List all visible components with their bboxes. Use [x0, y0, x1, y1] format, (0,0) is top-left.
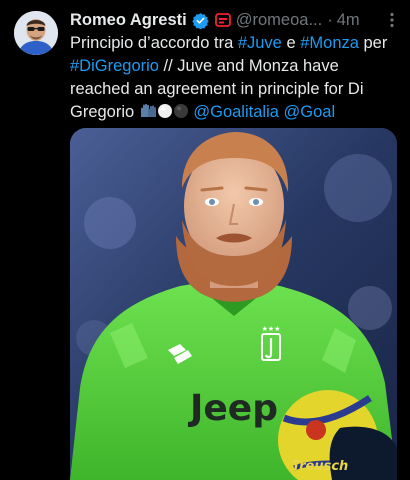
gloves-emoji-icon [139, 103, 157, 126]
hashtag-juve[interactable]: #Juve [238, 34, 282, 52]
text-segment: per [358, 34, 388, 52]
tweet-media-image[interactable]: ★★★ Jeep Treusch [70, 128, 397, 480]
hashtag-digregorio[interactable]: #DiGregorio [70, 57, 159, 75]
author-name[interactable]: Romeo Agresti [70, 11, 187, 30]
author-handle[interactable]: @romeoa... [236, 11, 322, 30]
text-segment: Principio d’accordo tra [70, 34, 238, 52]
avatar[interactable] [14, 11, 58, 55]
mention-goal[interactable]: @Goal [284, 103, 336, 121]
hashtag-monza[interactable]: #Monza [300, 34, 359, 52]
goalkeeper-photo: ★★★ Jeep Treusch [70, 128, 397, 480]
tweet-text: Principio d’accordo tra #Juve e #Monza p… [70, 32, 400, 126]
red-flair-icon [214, 13, 231, 27]
meta-separator: · [327, 10, 333, 29]
verified-badge-icon [192, 12, 209, 29]
more-options-icon[interactable] [384, 9, 400, 31]
tweet-header: Romeo Agresti @romeoa... · 4m [70, 9, 400, 31]
text-segment: e [281, 34, 301, 52]
tweet-timestamp[interactable]: 4m [337, 11, 360, 30]
black-circle-emoji-icon [173, 103, 189, 126]
svg-text:★★★: ★★★ [262, 325, 281, 333]
tweet[interactable]: Romeo Agresti @romeoa... · 4m Principio … [0, 0, 410, 480]
jersey-sponsor-text: Jeep [187, 388, 278, 429]
mention-goalitalia[interactable]: @Goalitalia [193, 103, 279, 121]
ball-brand-text: Treusch [292, 459, 349, 474]
white-circle-emoji-icon [157, 103, 173, 126]
